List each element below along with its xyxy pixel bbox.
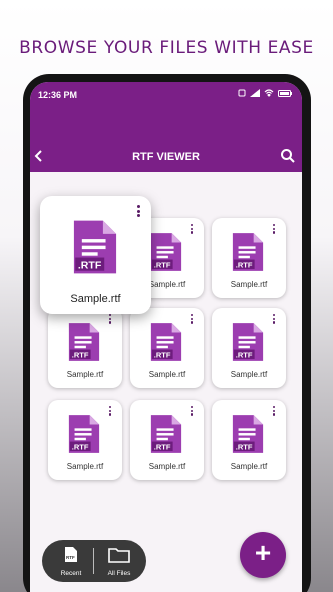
rtf-badge: .RTF <box>236 260 253 269</box>
all-files-label: All Files <box>107 570 131 577</box>
rtf-file-icon: .RTF <box>68 323 100 361</box>
more-options-icon[interactable] <box>270 314 278 326</box>
rtf-badge: .RTF <box>236 350 253 359</box>
more-options-icon[interactable] <box>134 205 142 218</box>
file-card[interactable]: .RTF Sample.rtf <box>130 400 204 480</box>
more-options-icon[interactable] <box>188 406 196 418</box>
recent-label: Recent <box>60 570 82 577</box>
file-card[interactable]: .RTF Sample.rtf <box>48 400 122 480</box>
rtf-badge: .RTF <box>236 442 253 451</box>
rtf-badge: .RTF <box>72 350 89 359</box>
file-card[interactable]: .RTF Sample.rtf <box>130 308 204 388</box>
file-name: Sample.rtf <box>70 293 121 305</box>
more-options-icon[interactable] <box>270 224 278 236</box>
add-file-button[interactable]: + <box>240 532 286 578</box>
rtf-badge: .RTF <box>154 260 171 269</box>
battery-icon <box>278 89 292 97</box>
rtf-file-icon: .RTF <box>150 415 182 453</box>
file-card[interactable]: .RTF Sample.rtf <box>212 308 286 388</box>
file-card[interactable]: .RTF Sample.rtf <box>212 218 286 298</box>
rtf-file-icon: .RTF <box>150 323 182 361</box>
file-name: Sample.rtf <box>230 370 268 379</box>
recent-badge: RTF <box>66 555 75 560</box>
file-name: Sample.rtf <box>66 462 104 471</box>
rtf-file-icon: .RTF <box>232 233 264 271</box>
rtf-file-icon: .RTF <box>232 415 264 453</box>
folder-icon <box>108 548 130 563</box>
rtf-file-icon: .RTF <box>232 323 264 361</box>
all-files-tab[interactable]: All Files <box>96 546 142 577</box>
more-options-icon[interactable] <box>270 406 278 418</box>
file-name: Sample.rtf <box>148 462 186 471</box>
rtf-file-icon: .RTF <box>68 415 100 453</box>
rtf-badge: .RTF <box>78 259 102 271</box>
recent-file-icon: RTF <box>65 547 77 562</box>
more-options-icon[interactable] <box>188 314 196 326</box>
rtf-file-icon: .RTF <box>150 233 182 271</box>
file-card[interactable]: .RTF Sample.rtf <box>48 308 122 388</box>
status-time: 12:36 PM <box>38 90 78 100</box>
more-options-icon[interactable] <box>188 224 196 236</box>
recent-tab[interactable]: RTF Recent <box>48 546 94 577</box>
status-icons <box>238 89 292 97</box>
file-card[interactable]: .RTF Sample.rtf <box>40 196 151 314</box>
rtf-badge: .RTF <box>72 442 89 451</box>
alarm-icon <box>238 89 246 97</box>
plus-icon: + <box>254 537 272 568</box>
app-bar: 12:36 PM RTF VIEWER <box>30 82 302 172</box>
bottom-nav: RTF Recent All Files <box>42 540 146 582</box>
app-title: RTF VIEWER <box>132 151 200 163</box>
rtf-file-icon: .RTF <box>73 220 117 274</box>
rtf-badge: .RTF <box>154 442 171 451</box>
signal-icon <box>250 89 260 97</box>
more-options-icon[interactable] <box>106 314 114 326</box>
file-name: Sample.rtf <box>230 280 268 289</box>
file-card[interactable]: .RTF Sample.rtf <box>212 400 286 480</box>
more-options-icon[interactable] <box>106 406 114 418</box>
rtf-badge: .RTF <box>154 350 171 359</box>
file-name: Sample.rtf <box>148 370 186 379</box>
nav-divider <box>93 548 94 574</box>
file-name: Sample.rtf <box>66 370 104 379</box>
file-name: Sample.rtf <box>230 462 268 471</box>
search-icon[interactable] <box>280 148 296 164</box>
wifi-icon <box>264 89 274 97</box>
promo-headline: BROWSE YOUR FILES WITH EASE <box>19 38 314 58</box>
